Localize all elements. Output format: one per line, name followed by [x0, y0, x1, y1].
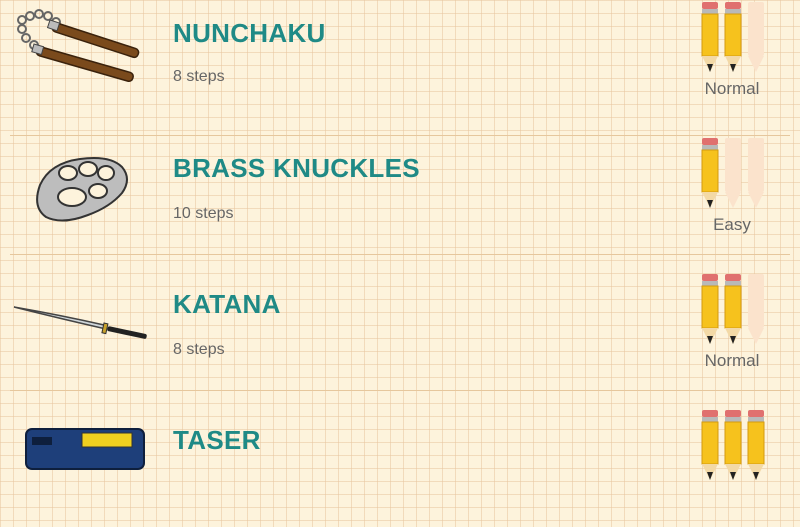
item-steps: 10 steps [173, 205, 234, 222]
pencil-active-icon [724, 410, 742, 480]
pencil-inactive-icon [748, 138, 764, 208]
nunchaku-icon [17, 9, 140, 83]
item-title: BRASS KNUCKLES [173, 153, 420, 183]
item-steps: 8 steps [173, 68, 225, 85]
difficulty-pencils [701, 2, 764, 72]
pencil-active-icon [747, 410, 765, 480]
list-item-katana[interactable]: KATANA 8 steps Normal [0, 255, 800, 391]
pencil-active-icon [701, 138, 719, 208]
item-title: TASER [173, 425, 261, 455]
pencil-active-icon [701, 274, 719, 344]
difficulty-label: Easy [713, 215, 751, 234]
pencil-active-icon [724, 2, 742, 72]
list-item-brass-knuckles[interactable]: BRASS KNUCKLES 10 steps Easy [0, 119, 800, 255]
pencil-active-icon [701, 410, 719, 480]
pencil-inactive-icon [748, 274, 764, 344]
item-title: NUNCHAKU [173, 18, 326, 48]
difficulty-pencils [701, 410, 765, 480]
difficulty-pencils [701, 138, 764, 208]
pencil-inactive-icon [725, 138, 741, 208]
taser-icon [25, 428, 145, 470]
item-title: KATANA [173, 289, 281, 319]
difficulty-label: Normal [704, 351, 760, 370]
pencil-active-icon [701, 2, 719, 72]
pencil-active-icon [724, 274, 742, 344]
drawing-list: NUNCHAKU 8 steps Normal BRASS KNUCKLES 1… [0, 0, 800, 480]
list-item-taser[interactable]: TASER [0, 391, 800, 527]
difficulty-label: Normal [704, 79, 760, 98]
difficulty-pencils [701, 274, 764, 344]
katana-icon [13, 306, 147, 339]
brass-knuckles-icon [36, 157, 128, 222]
item-steps: 8 steps [173, 341, 225, 358]
pencil-inactive-icon [748, 2, 764, 72]
list-item-nunchaku[interactable]: NUNCHAKU 8 steps Normal [0, 0, 800, 136]
